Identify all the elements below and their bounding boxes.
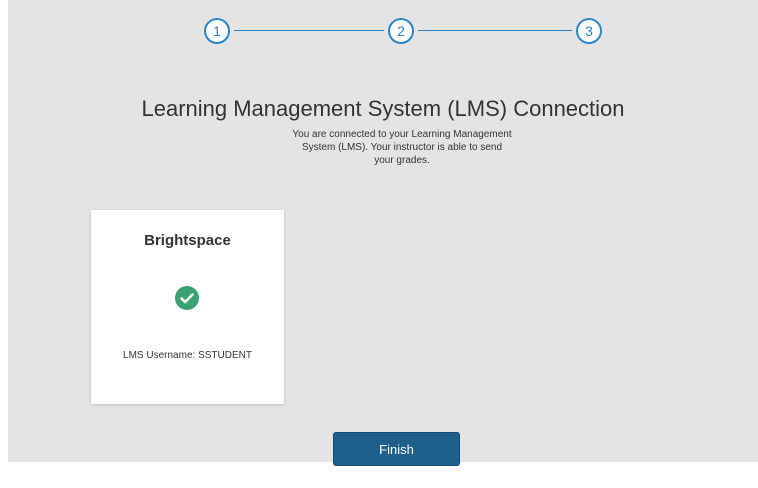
progress-stepper: 1 2 3 [204, 18, 606, 44]
lms-card: Brightspace LMS Username: SSTUDENT [91, 210, 284, 404]
check-circle-icon [175, 286, 199, 310]
step-3-indicator: 3 [576, 18, 602, 44]
lms-connection-panel: 1 2 3 Learning Management System (LMS) C… [8, 0, 758, 466]
step-connector [234, 30, 384, 31]
lms-username: LMS Username: SSTUDENT [123, 350, 252, 361]
page-title: Learning Management System (LMS) Connect… [141, 96, 625, 121]
connection-description: You are connected to your Learning Manag… [292, 129, 512, 166]
step-2-indicator: 2 [388, 18, 414, 44]
step-1-indicator: 1 [204, 18, 230, 44]
step-connector [418, 30, 572, 31]
lms-name: Brightspace [144, 232, 231, 249]
finish-button[interactable]: Finish [333, 432, 460, 466]
